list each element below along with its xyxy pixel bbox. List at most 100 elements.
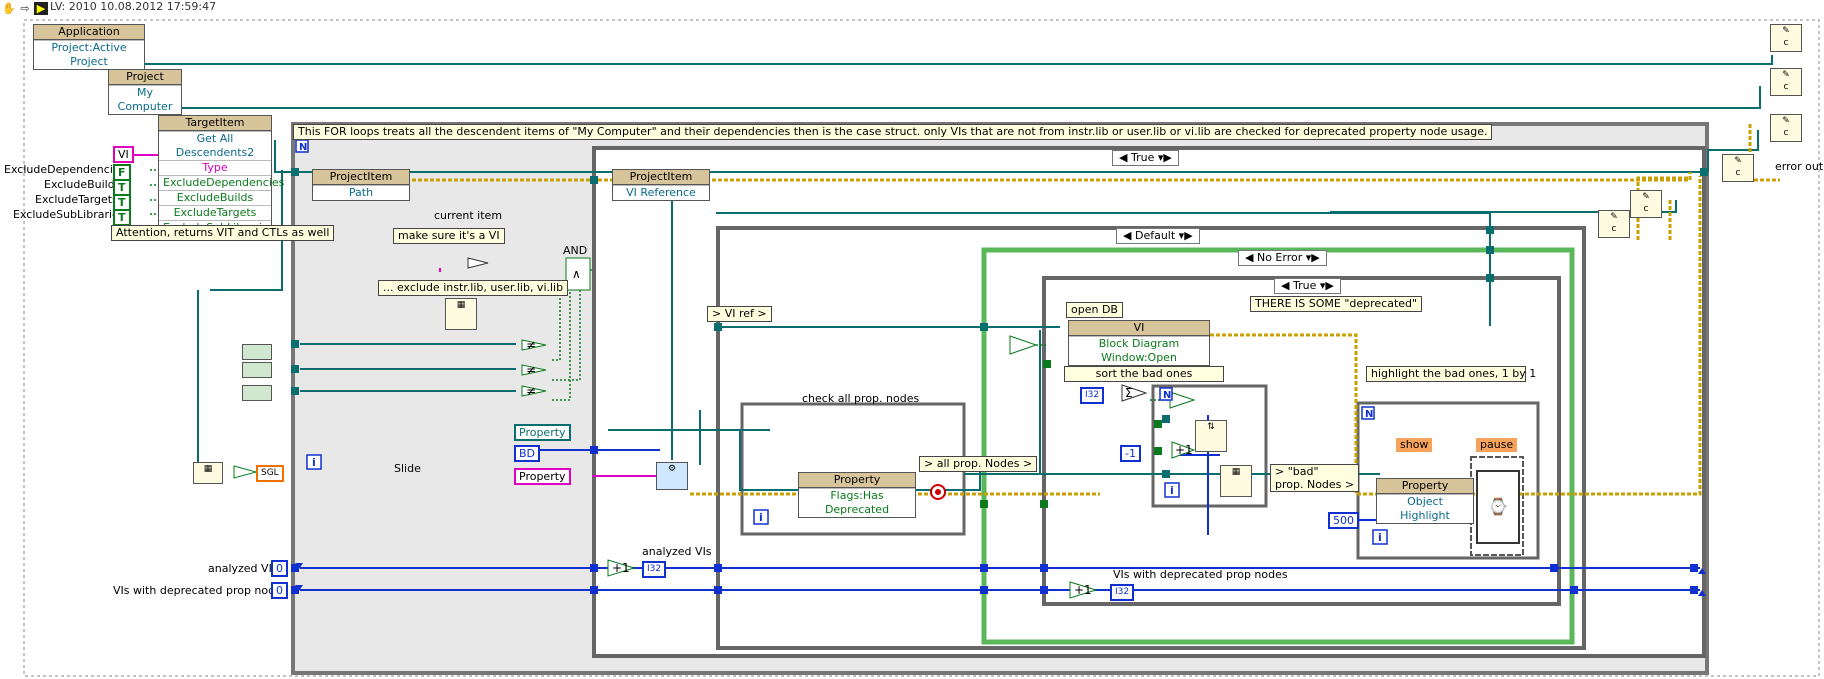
sort-bad-comment: sort the bad ones [1064, 366, 1224, 382]
string-match-icon: ▦ [445, 298, 477, 330]
target-item-invoke-node[interactable]: TargetItem Get All Descendents2 Type Exc… [158, 115, 284, 236]
current-item-label: current item [434, 209, 503, 222]
wire-app-ref [91, 50, 1773, 65]
case-selector-default[interactable]: ◀ Default ▾▶ [1116, 228, 1200, 244]
application-node-header: Application [34, 25, 144, 40]
svg-text:+1: +1 [1074, 583, 1092, 597]
block-diagram: ≠ ≠ ≠ +1 +1 +1 ∧ Σ N N N i i i i [23, 19, 1820, 677]
bad-prop-nodes-line1: > "bad" [1275, 465, 1319, 478]
close-reference-icon-6[interactable]: ✎ c [1598, 210, 1630, 238]
vi-ref-label: > VI ref > [707, 306, 772, 322]
close-reference-icon-4[interactable]: ✎ c [1722, 154, 1754, 182]
param-exclude-targets: ExcludeTargets [159, 205, 271, 220]
exclude-sublibraries-constant[interactable]: T [113, 209, 131, 226]
bad-prop-nodes-label: > "bad" prop. Nodes > [1270, 464, 1360, 492]
case-default-label: Default [1134, 229, 1176, 242]
vi-block-diagram-open: Block Diagram Window:Open [1069, 336, 1209, 365]
project-item-path-node[interactable]: ProjectItem Path [312, 169, 410, 201]
close-reference-icon-2[interactable]: ✎ c [1770, 68, 1802, 96]
index-array-icon: ▦ [1220, 465, 1252, 497]
project-item-vi-header: ProjectItem [613, 170, 709, 185]
there-is-comment: THERE IS SOME "deprecated" [1250, 296, 1423, 312]
vi-type-constant[interactable]: VI [113, 146, 134, 163]
svg-text:+1: +1 [612, 561, 630, 575]
analyzed-vis-control-label: analyzed VIs [208, 562, 278, 575]
array-constant-icon-2 [242, 362, 272, 378]
svg-text:i: i [312, 456, 316, 469]
object-highlight-property-node[interactable]: Property Object Highlight [1376, 478, 1474, 524]
svg-text:Σ: Σ [1125, 386, 1133, 400]
has-deprecated-property-node[interactable]: Property Flags:Has Deprecated [798, 472, 916, 518]
param-exclude-dependencies: ExcludeDependencies [159, 175, 284, 190]
svg-text:≠: ≠ [526, 338, 536, 352]
param-exclude-builds: ExcludeBuilds [159, 190, 271, 205]
case-selector-inner-true[interactable]: ◀ True ▾▶ [1274, 278, 1341, 294]
analyzed-vis-indicator-label: analyzed VIs [642, 545, 712, 558]
case-inner-true-label: True [1292, 279, 1317, 292]
check-all-label: check all prop. nodes [802, 392, 920, 405]
vis-deprecated-indicator-label: VIs with deprecated prop nodes [1113, 568, 1288, 581]
case-selector-outer[interactable]: ◀ True ▾▶ [1112, 150, 1179, 166]
svg-text:∧: ∧ [572, 267, 581, 281]
object-highlight-header: Property [1377, 479, 1473, 494]
slide-label: Slide [394, 462, 421, 475]
and-label: AND [563, 244, 588, 257]
application-property-node[interactable]: Application Project:Active Project [33, 24, 145, 70]
deprecated-control-label: VIs with deprecated prop nodes [113, 584, 288, 597]
i32-conversion: I32 [1080, 387, 1105, 404]
project-property: My Computer [109, 85, 181, 114]
property-string-constant[interactable]: Property [514, 468, 571, 485]
project-property-node[interactable]: Project My Computer [108, 69, 182, 115]
highlight-comment: highlight the bad ones, 1 by 1 [1366, 366, 1536, 382]
deprecated-control[interactable]: 0 [271, 582, 288, 599]
exclude-sublibraries-label: ExcludeSubLibraries [13, 208, 125, 221]
attention-comment: Attention, returns VIT and CTLs as well [111, 225, 335, 241]
array-size-icon: ▦ [193, 462, 223, 484]
object-highlight-prop: Object Highlight [1377, 494, 1473, 523]
vis-deprecated-indicator: I32 [1110, 584, 1135, 601]
array-constant-icon-1 [242, 344, 272, 360]
application-property: Project:Active Project [34, 40, 144, 69]
num-500-constant[interactable]: 500 [1328, 512, 1359, 529]
has-deprecated-flag: Flags:Has Deprecated [799, 488, 915, 517]
num-minus1-constant[interactable]: -1 [1120, 445, 1141, 462]
exclude-dependencies-label: ExcludeDependencies [4, 163, 126, 176]
close-reference-icon[interactable]: ✎ c [1770, 24, 1802, 52]
exclude-comment: ... exclude instr.lib, user.lib, vi.lib [378, 280, 569, 296]
case-selector-no-error[interactable]: ◀ No Error ▾▶ [1238, 250, 1327, 266]
close-reference-icon-5[interactable]: ✎ c [1630, 190, 1662, 218]
sgl-conversion: SGL [256, 465, 284, 482]
case-outer-label: True [1130, 151, 1155, 164]
vi-node-header: VI [1069, 321, 1209, 336]
svg-text:N: N [299, 142, 307, 153]
analyzed-vis-control[interactable]: 0 [271, 560, 288, 577]
svg-text:i: i [1378, 531, 1382, 544]
target-item-header: TargetItem [159, 116, 271, 131]
svg-text:i: i [1170, 484, 1174, 497]
open-db-comment: open DB [1066, 302, 1123, 318]
project-node-header: Project [109, 70, 181, 85]
target-item-method: Get All Descendents2 [159, 131, 271, 160]
svg-text:≠: ≠ [526, 363, 536, 377]
has-deprecated-header: Property [799, 473, 915, 488]
sort-array-icon: ⇅ [1195, 420, 1227, 452]
close-reference-icon-3[interactable]: ✎ c [1770, 114, 1802, 142]
vi-property-node[interactable]: VI Block Diagram Window:Open [1068, 320, 1210, 366]
project-item-path: Path [313, 185, 409, 200]
svg-text:N: N [1365, 409, 1373, 420]
case-no-error-label: No Error [1256, 251, 1303, 264]
error-out-label: error out [1775, 160, 1824, 173]
bad-prop-nodes-line2: prop. Nodes > [1275, 478, 1355, 491]
property-class-constant[interactable]: Property [514, 424, 571, 441]
project-item-header: ProjectItem [313, 170, 409, 185]
svg-text:+1: +1 [1175, 443, 1193, 457]
make-sure-comment: make sure it's a VI [393, 228, 505, 244]
project-item-vi-node[interactable]: ProjectItem VI Reference [612, 169, 710, 201]
for-loop-comment: This FOR loops treats all the descendent… [293, 124, 1493, 140]
analyzed-vis-indicator: I32 [642, 561, 667, 578]
pause-label: pause [1476, 438, 1518, 452]
bd-enum-constant[interactable]: BD [514, 445, 541, 462]
wire-project-ref [144, 86, 1761, 109]
svg-text:N: N [1163, 390, 1171, 401]
svg-text:i: i [759, 511, 763, 524]
